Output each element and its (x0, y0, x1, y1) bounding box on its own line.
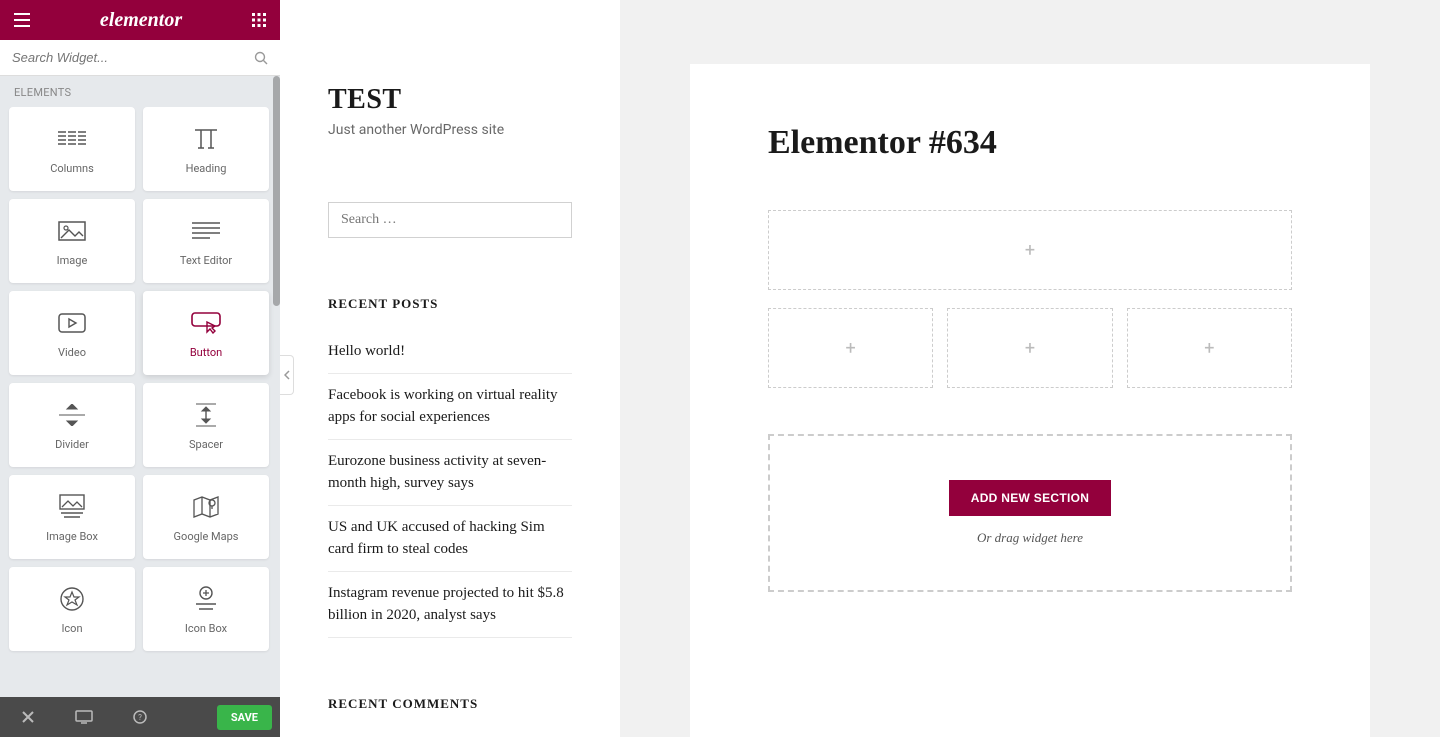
responsive-icon[interactable] (56, 710, 112, 724)
search-icon (254, 51, 268, 65)
widget-label: Spacer (189, 438, 223, 451)
map-icon (193, 492, 219, 522)
widget-image-box[interactable]: Image Box (9, 475, 135, 559)
widget-icon-box[interactable]: Icon Box (143, 567, 269, 651)
post-link[interactable]: US and UK accused of hacking Sim card fi… (328, 506, 572, 572)
empty-column[interactable]: + (768, 210, 1292, 290)
brand-logo: elementor (100, 9, 182, 32)
post-link[interactable]: Facebook is working on virtual reality a… (328, 374, 572, 440)
plus-icon: + (1204, 338, 1214, 359)
widget-search-input[interactable] (12, 50, 254, 65)
empty-column[interactable]: + (947, 308, 1112, 388)
widget-divider[interactable]: Divider (9, 383, 135, 467)
widget-label: Button (190, 346, 222, 359)
post-link[interactable]: Instagram revenue projected to hit $5.8 … (328, 572, 572, 638)
collapse-panel-icon[interactable] (280, 355, 294, 395)
widget-label: Icon (61, 622, 82, 635)
widget-columns[interactable]: Columns (9, 107, 135, 191)
panel-header: elementor (0, 0, 280, 40)
save-button[interactable]: SAVE (217, 705, 272, 730)
scrollbar-thumb[interactable] (273, 76, 280, 306)
widget-video[interactable]: Video (9, 291, 135, 375)
panel-footer: ? SAVE (0, 697, 280, 737)
canvas-wrapper: Elementor #634 + + + + ADD NEW SECTION O… (620, 0, 1440, 737)
site-search-input[interactable] (328, 202, 572, 238)
video-icon (58, 308, 86, 338)
text-editor-icon (192, 216, 220, 246)
widget-icon[interactable]: Icon (9, 567, 135, 651)
widget-label: Divider (55, 438, 89, 451)
svg-text:?: ? (138, 713, 142, 722)
star-icon (59, 584, 85, 614)
widget-google-maps[interactable]: Google Maps (143, 475, 269, 559)
close-icon[interactable] (0, 711, 56, 723)
add-section-area[interactable]: ADD NEW SECTION Or drag widget here (768, 434, 1292, 592)
elementor-panel: elementor ELEMENTS Columns (0, 0, 280, 737)
widget-button[interactable]: Button (143, 291, 269, 375)
wp-site-sidebar: TEST Just another WordPress site RECENT … (280, 0, 620, 737)
heading-icon (191, 124, 221, 154)
widget-label: Icon Box (185, 622, 227, 635)
drag-hint: Or drag widget here (790, 530, 1270, 546)
site-tagline: Just another WordPress site (328, 122, 572, 138)
recent-posts-heading: RECENT POSTS (328, 296, 572, 312)
site-title[interactable]: TEST (328, 84, 572, 116)
recent-posts-list: Hello world! Facebook is working on virt… (328, 330, 572, 638)
recent-comments-heading: RECENT COMMENTS (328, 696, 572, 712)
widget-spacer[interactable]: Spacer (143, 383, 269, 467)
divider-icon (59, 400, 85, 430)
widget-label: Image (57, 254, 88, 267)
empty-column[interactable]: + (1127, 308, 1292, 388)
spacer-icon (196, 400, 216, 430)
help-icon[interactable]: ? (112, 710, 168, 724)
image-box-icon (59, 492, 85, 522)
widgets-list: Columns Heading Image Text Editor (0, 107, 280, 697)
icon-box-icon (195, 584, 217, 614)
page-title: Elementor #634 (768, 124, 1292, 162)
plus-icon: + (846, 338, 856, 359)
section-row-1: + (768, 210, 1292, 290)
empty-column[interactable]: + (768, 308, 933, 388)
widget-image[interactable]: Image (9, 199, 135, 283)
preview-area: TEST Just another WordPress site RECENT … (280, 0, 1440, 737)
elements-label: ELEMENTS (0, 76, 280, 107)
widget-label: Google Maps (174, 530, 239, 543)
widget-label: Video (58, 346, 86, 359)
image-icon (58, 216, 86, 246)
post-link[interactable]: Hello world! (328, 330, 572, 374)
widget-label: Text Editor (180, 254, 232, 267)
section-row-2: + + + (768, 308, 1292, 388)
plus-icon: + (1025, 338, 1035, 359)
menu-icon[interactable] (14, 13, 30, 27)
post-link[interactable]: Eurozone business activity at seven-mont… (328, 440, 572, 506)
site-search[interactable] (328, 202, 572, 238)
button-icon (191, 308, 221, 338)
widget-heading[interactable]: Heading (143, 107, 269, 191)
columns-icon (58, 124, 86, 154)
add-section-button[interactable]: ADD NEW SECTION (949, 480, 1112, 516)
page-canvas: Elementor #634 + + + + ADD NEW SECTION O… (690, 64, 1370, 737)
widget-label: Image Box (46, 530, 98, 543)
plus-icon: + (1025, 240, 1035, 261)
widgets-grid-icon[interactable] (252, 13, 266, 27)
widget-search[interactable] (0, 40, 280, 76)
widget-label: Columns (50, 162, 94, 175)
widget-text-editor[interactable]: Text Editor (143, 199, 269, 283)
widget-label: Heading (186, 162, 227, 175)
